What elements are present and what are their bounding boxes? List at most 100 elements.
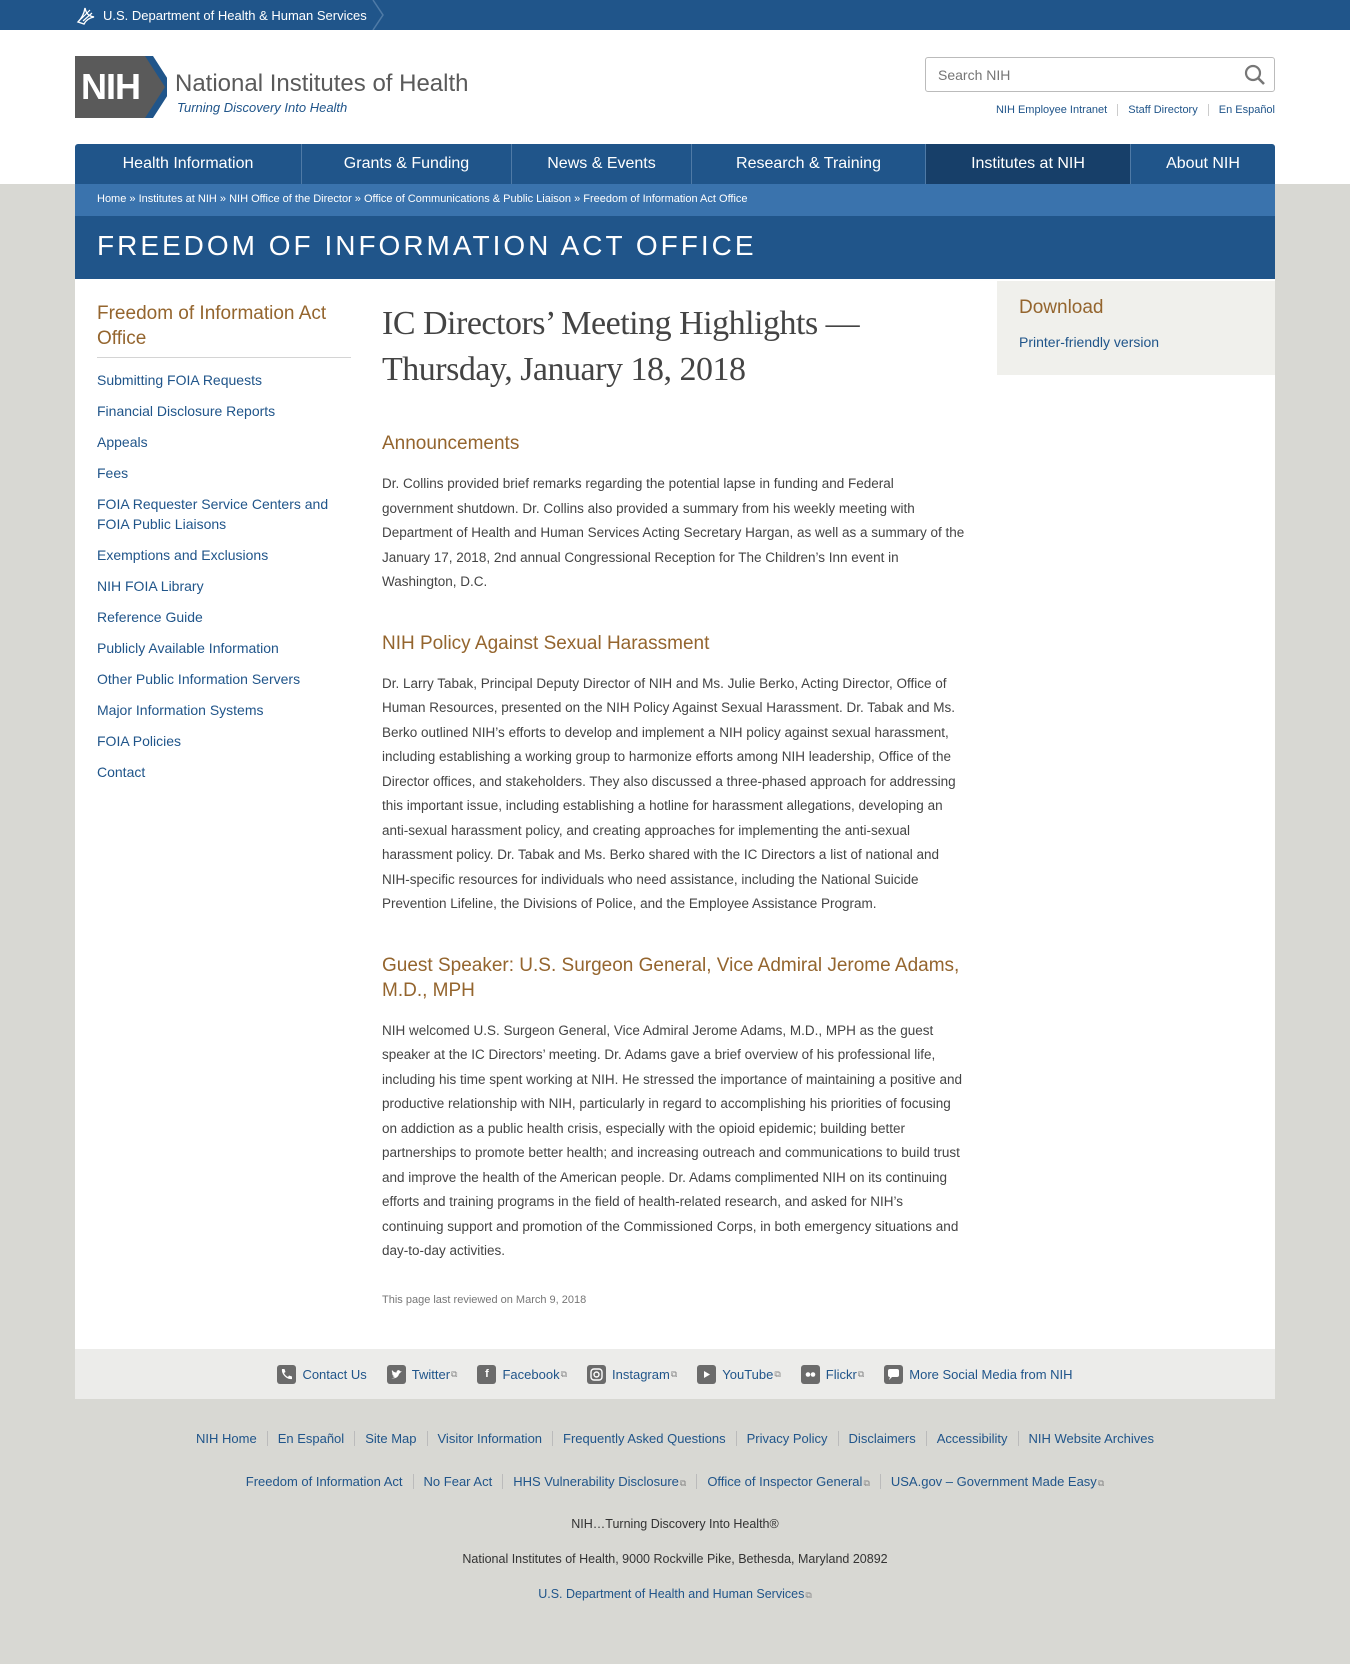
util-link-espanol[interactable]: En Español — [1207, 104, 1275, 116]
utility-links: NIH Employee Intranet Staff Directory En… — [986, 104, 1275, 116]
footer-links-secondary: Freedom of Information Act No Fear Act H… — [75, 1474, 1275, 1489]
external-link-icon: ⧉ — [670, 1368, 678, 1379]
social-label: Twitter — [411, 1366, 451, 1382]
external-link-icon: ⧉ — [805, 1590, 812, 1600]
breadcrumb-separator: » — [351, 193, 364, 205]
printer-friendly-link[interactable]: Printer-friendly version — [1019, 334, 1253, 350]
footer-links-primary: NIH Home En Español Site Map Visitor Inf… — [75, 1431, 1275, 1446]
social-label: Facebook — [502, 1366, 560, 1382]
section-heading-announcements: Announcements — [382, 433, 520, 454]
social-flickr[interactable]: Flickr ⧉ — [800, 1364, 864, 1384]
breadcrumb-office-director[interactable]: NIH Office of the Director — [229, 193, 352, 205]
nav-news-events[interactable]: News & Events — [512, 144, 692, 184]
footer-link-visitor-info[interactable]: Visitor Information — [426, 1431, 553, 1446]
nav-research-training[interactable]: Research & Training — [692, 144, 926, 184]
external-link-icon: ⧉ — [863, 1478, 870, 1488]
external-link-icon: ⧉ — [774, 1368, 781, 1379]
section-body-announcements: Dr. Collins provided brief remarks regar… — [382, 476, 965, 589]
sidebar-item-service-centers[interactable]: FOIA Requester Service Centers and FOIA … — [97, 496, 328, 532]
sidebar-item-contact[interactable]: Contact — [97, 764, 145, 780]
social-facebook[interactable]: f Facebook ⧉ — [477, 1364, 568, 1384]
main-nav: Health Information Grants & Funding News… — [75, 144, 1275, 184]
sidebar-item-publicly-available[interactable]: Publicly Available Information — [97, 640, 279, 656]
social-youtube[interactable]: YouTube ⧉ — [697, 1364, 781, 1384]
hhs-link[interactable]: U.S. Department of Health & Human Servic… — [75, 0, 385, 30]
social-instagram[interactable]: Instagram ⧉ — [587, 1364, 678, 1384]
footer-link-foia[interactable]: Freedom of Information Act — [236, 1474, 413, 1489]
footer-address: National Institutes of Health, 9000 Rock… — [462, 1552, 888, 1566]
footer-link-site-map[interactable]: Site Map — [354, 1431, 426, 1446]
nav-about-nih[interactable]: About NIH — [1131, 144, 1275, 184]
search-input[interactable] — [938, 65, 1238, 85]
footer-link-inspector-general[interactable]: Office of Inspector General⧉ — [696, 1474, 880, 1489]
footer-link-no-fear[interactable]: No Fear Act — [412, 1474, 503, 1489]
social-contact-us[interactable]: Contact Us — [277, 1364, 367, 1384]
social-more[interactable]: More Social Media from NIH — [884, 1364, 1073, 1384]
sidebar-item-major-systems[interactable]: Major Information Systems — [97, 702, 264, 718]
footer-tagline: NIH…Turning Discovery Into Health® — [571, 1517, 779, 1531]
sidebar-item-other-servers[interactable]: Other Public Information Servers — [97, 671, 300, 687]
download-title: Download — [1019, 297, 1104, 318]
sidebar-item-submitting-foia[interactable]: Submitting FOIA Requests — [97, 372, 262, 388]
logo-abbr: NIH — [81, 66, 141, 107]
footer-link-hhs-vulnerability[interactable]: HHS Vulnerability Disclosure⧉ — [502, 1474, 696, 1489]
footer-link-label: USA.gov – Government Made Easy — [890, 1474, 1097, 1489]
footer-link-label: HHS Vulnerability Disclosure — [513, 1474, 679, 1489]
nih-logo[interactable]: NIH National Institutes of Health Turnin… — [75, 56, 475, 120]
breadcrumb-separator: » — [126, 193, 139, 205]
sidebar-item-appeals[interactable]: Appeals — [97, 434, 148, 450]
nav-health-information[interactable]: Health Information — [75, 144, 302, 184]
external-link-icon: ⧉ — [560, 1368, 568, 1379]
external-link-icon: ⧉ — [679, 1478, 687, 1488]
breadcrumb-ocpl[interactable]: Office of Communications & Public Liaiso… — [364, 193, 571, 205]
section-title-band: FREEDOM OF INFORMATION ACT OFFICE — [75, 216, 1275, 279]
sidebar-item-fees[interactable]: Fees — [97, 465, 128, 481]
footer-link-faq[interactable]: Frequently Asked Questions — [552, 1431, 736, 1446]
content-panel: Freedom of Information Act Office Submit… — [75, 279, 1275, 1349]
search-box — [925, 57, 1275, 92]
sidebar-item-exemptions[interactable]: Exemptions and Exclusions — [97, 547, 268, 563]
flickr-icon — [800, 1364, 820, 1384]
sidebar-item-foia-policies[interactable]: FOIA Policies — [97, 733, 181, 749]
youtube-icon — [697, 1364, 717, 1384]
util-link-intranet[interactable]: NIH Employee Intranet — [986, 104, 1117, 116]
social-label: YouTube — [722, 1366, 774, 1382]
last-reviewed: This page last reviewed on March 9, 2018 — [382, 1293, 587, 1306]
footer-link-nih-home[interactable]: NIH Home — [186, 1431, 267, 1446]
footer-link-archives[interactable]: NIH Website Archives — [1017, 1431, 1164, 1446]
nav-institutes-at-nih[interactable]: Institutes at NIH — [926, 144, 1131, 184]
section-body-guest-speaker: NIH welcomed U.S. Surgeon General, Vice … — [382, 1022, 963, 1259]
breadcrumb-separator: » — [571, 193, 584, 205]
footer-link-label: Freedom of Information Act — [245, 1474, 403, 1489]
footer-link-label: Office of Inspector General — [707, 1474, 863, 1489]
search-icon[interactable] — [1244, 64, 1266, 86]
logo-name: National Institutes of Health — [175, 70, 469, 97]
sidebar-list: Submitting FOIA Requests Financial Discl… — [97, 370, 351, 782]
breadcrumb-home[interactable]: Home — [97, 193, 126, 205]
external-link-icon: ⧉ — [451, 1368, 458, 1379]
footer-link-accessibility[interactable]: Accessibility — [925, 1431, 1018, 1446]
social-twitter[interactable]: Twitter ⧉ — [386, 1364, 458, 1384]
facebook-icon: f — [477, 1364, 497, 1384]
sidebar-item-foia-library[interactable]: NIH FOIA Library — [97, 578, 204, 594]
sidebar-item-financial-disclosure[interactable]: Financial Disclosure Reports — [97, 403, 275, 419]
social-bar: Contact Us Twitter ⧉ f Facebook ⧉ Instagram… — [75, 1349, 1275, 1399]
util-link-staff-directory[interactable]: Staff Directory — [1117, 104, 1208, 116]
footer-link-disclaimers[interactable]: Disclaimers — [837, 1431, 926, 1446]
footer-link-privacy[interactable]: Privacy Policy — [735, 1431, 838, 1446]
section-title: FREEDOM OF INFORMATION ACT OFFICE — [97, 230, 757, 261]
breadcrumb-institutes[interactable]: Institutes at NIH — [139, 193, 217, 205]
footer-link-espanol[interactable]: En Español — [266, 1431, 355, 1446]
footer-hhs-link[interactable]: U.S. Department of Health and Human Serv… — [538, 1587, 812, 1601]
breadcrumb-current: Freedom of Information Act Office — [583, 193, 748, 205]
footer-link-usa-gov[interactable]: USA.gov – Government Made Easy⧉ — [879, 1474, 1114, 1489]
nav-grants-funding[interactable]: Grants & Funding — [302, 144, 512, 184]
sidebar-item-reference-guide[interactable]: Reference Guide — [97, 609, 203, 625]
section-heading-guest-speaker: Guest Speaker: U.S. Surgeon General, Vic… — [382, 954, 960, 1001]
article-title: IC Directors’ Meeting Highlights — Thurs… — [382, 305, 860, 388]
section-heading-harassment-policy: NIH Policy Against Sexual Harassment — [382, 632, 710, 654]
hhs-label: U.S. Department of Health & Human Servic… — [103, 7, 367, 23]
instagram-icon — [587, 1364, 607, 1384]
sidebar-title: Freedom of Information Act Office — [97, 301, 351, 358]
footer-link-label: No Fear Act — [423, 1474, 493, 1489]
